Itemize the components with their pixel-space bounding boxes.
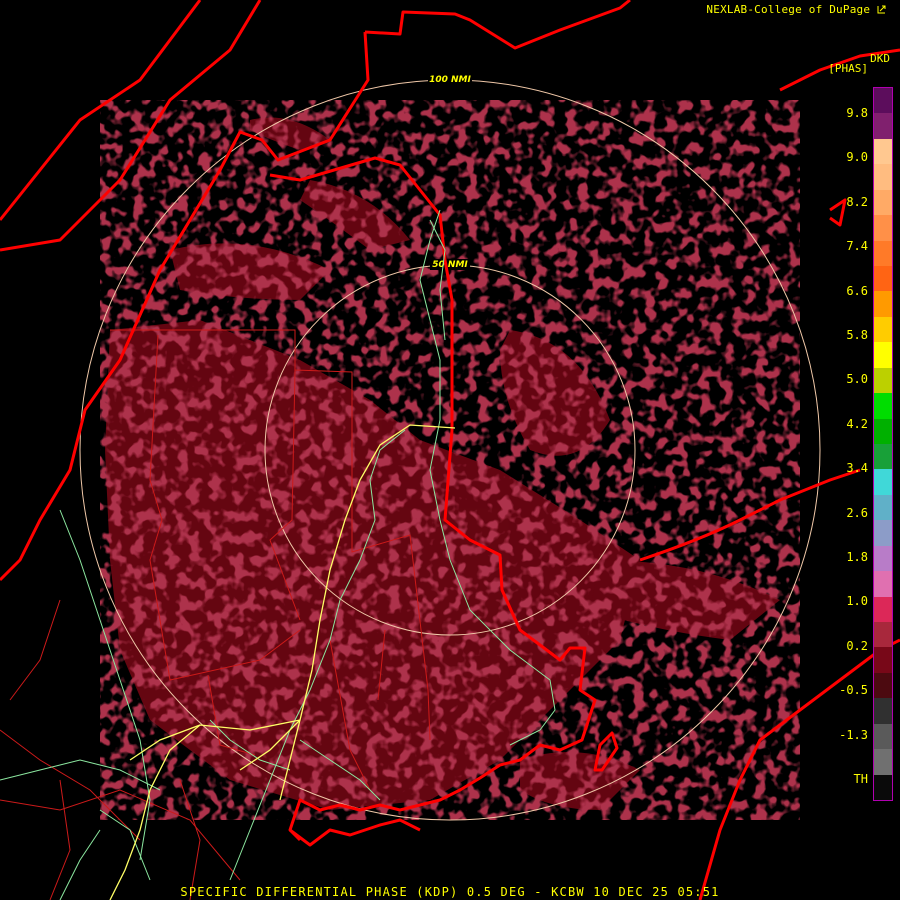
legend-swatch bbox=[874, 215, 892, 242]
legend-tick-label: 1.0 bbox=[846, 594, 868, 609]
border-quebec-maine bbox=[364, 0, 631, 50]
product-caption: SPECIFIC DIFFERENTIAL PHASE (KDP) 0.5 DE… bbox=[180, 885, 720, 899]
legend-swatch bbox=[874, 698, 892, 725]
legend-swatch bbox=[874, 571, 892, 598]
legend-swatch bbox=[874, 647, 892, 674]
legend-tick-label: 2.6 bbox=[846, 505, 868, 520]
legend-swatch bbox=[874, 520, 892, 547]
legend-tick-label: 5.8 bbox=[846, 328, 868, 342]
legend-swatch bbox=[874, 596, 892, 623]
legend-swatch bbox=[874, 342, 892, 369]
legend-swatch bbox=[874, 545, 892, 572]
legend-swatch bbox=[874, 672, 892, 699]
range-ring-label-50: 50 NMI bbox=[432, 260, 468, 270]
legend-swatch bbox=[874, 316, 892, 343]
legend-product-unit: [PHAS] bbox=[828, 62, 868, 75]
legend-swatch bbox=[874, 723, 892, 750]
legend-swatch bbox=[874, 393, 892, 420]
range-ring-label-100: 100 NMI bbox=[429, 75, 471, 85]
radar-map: 100 NMI 50 NMI bbox=[0, 0, 900, 900]
legend-tick-label: 9.0 bbox=[846, 150, 868, 165]
legend-swatch bbox=[874, 291, 892, 318]
legend-swatch bbox=[874, 418, 892, 445]
credit-label[interactable]: NEXLAB-College of DuPage bbox=[706, 3, 886, 16]
legend-tick-label: -1.3 bbox=[839, 727, 868, 742]
legend-swatch bbox=[874, 189, 892, 216]
legend-swatch bbox=[874, 469, 892, 496]
legend-swatch bbox=[874, 164, 892, 191]
legend-swatch bbox=[874, 266, 892, 292]
legend-product-code: DKD bbox=[870, 52, 890, 65]
legend-tick-label: 3.4 bbox=[846, 461, 868, 476]
legend-swatch bbox=[874, 749, 892, 776]
legend-swatch bbox=[874, 367, 892, 394]
legend-color-bar bbox=[873, 87, 893, 801]
external-link-icon[interactable] bbox=[877, 5, 886, 14]
legend-tick-label: 8.2 bbox=[846, 194, 868, 209]
legend-swatch bbox=[874, 113, 892, 140]
legend-tick-label: 5.0 bbox=[846, 372, 868, 387]
legend-swatch bbox=[874, 444, 892, 470]
legend-tick-label: 4.2 bbox=[846, 416, 868, 431]
legend-swatch bbox=[874, 774, 892, 800]
coast-right-mid bbox=[829, 198, 847, 227]
legend-tick-label: 6.6 bbox=[846, 283, 868, 298]
legend-swatch bbox=[874, 240, 892, 267]
legend-swatch bbox=[874, 494, 892, 521]
legend-tick-label: 1.8 bbox=[846, 550, 868, 564]
legend-tick-label: TH bbox=[853, 772, 868, 786]
legend-tick-label: 7.4 bbox=[846, 239, 868, 254]
legend-tick-label: 9.8 bbox=[846, 106, 868, 120]
coast-island-cluster bbox=[289, 818, 421, 847]
legend-tick-label: -0.5 bbox=[839, 683, 868, 698]
legend-tick-label: 0.2 bbox=[846, 638, 868, 653]
legend-swatch bbox=[874, 138, 892, 165]
legend-swatch bbox=[874, 88, 892, 114]
legend-swatch bbox=[874, 622, 892, 648]
